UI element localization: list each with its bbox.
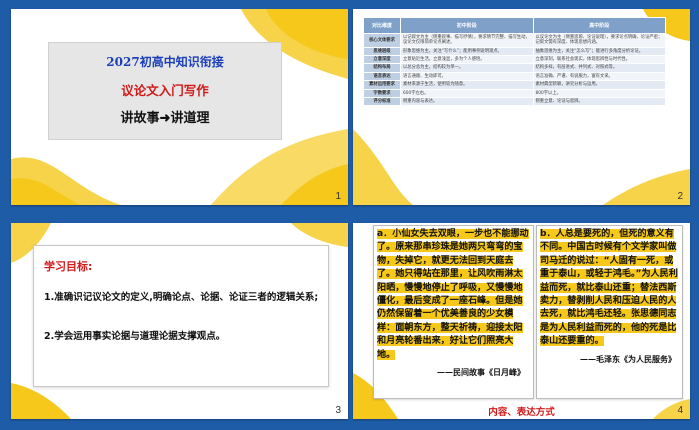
table-cell: 侧重内容与表达。	[400, 96, 534, 107]
passage-a-panel: a．小仙女失去双眼，一步也不能挪动了。原来那串珍珠是她两只弯弯的宝物，失掉它，就…	[373, 225, 534, 399]
slide-thumbnail-3[interactable]: 学习目标: 1.准确识记议论文的定义,明确论点、论据、论证三者的逻辑关系; 2.…	[11, 223, 348, 419]
slide-thumbnail-2[interactable]: 对比维度 初中阶段 高中阶段 核心文体要求 以记叙文为主（侧重叙事、描写抒情），…	[353, 9, 690, 205]
comparison-table: 对比维度 初中阶段 高中阶段 核心文体要求 以记叙文为主（侧重叙事、描写抒情），…	[363, 17, 666, 107]
slide-sorter-view: { "slide1": { "number": "1", "line1": "2…	[0, 0, 699, 430]
table-cell: 素材典型新颖，讲究分析与运用。	[532, 80, 666, 90]
row-label: 立意深度	[363, 55, 401, 65]
slide-thumbnail-1[interactable]: 2027初高中知识衔接 议论文入门写作 讲故事➜讲道理 1	[11, 9, 348, 205]
table-cell: 结构多样，有层进式、并列式、对照式等。	[532, 63, 666, 73]
row-label: 核心文体要求	[363, 33, 401, 48]
passage-a-text: a．小仙女失去双眼，一步也不能挪动了。原来那串珍珠是她两只弯弯的宝物，失掉它，就…	[374, 226, 533, 364]
table-row: 核心文体要求 以记叙文为主（侧重叙事、描写抒情），要求情节完整、描写生动，议论文…	[363, 33, 666, 48]
slide-thumbnail-4[interactable]: a．小仙女失去双眼，一步也不能挪动了。原来那串珍珠是她两只弯弯的宝物，失掉它，就…	[353, 223, 690, 419]
table-cell: 侧重立意、论证与思辨。	[532, 96, 666, 107]
table-cell: 立意贴近生活，立意浅显，多为个人感悟。	[400, 55, 534, 65]
lesson-subtitle: 讲故事➜讲道理	[120, 111, 210, 126]
table-row: 评分标准 侧重内容与表达。 侧重立意、论证与思辨。	[363, 96, 666, 107]
row-label: 结构布局	[363, 63, 401, 73]
table-header: 对比维度	[363, 17, 401, 34]
table-cell: 600字左右。	[400, 88, 534, 98]
title-card: 2027初高中知识衔接 议论文入门写作 讲故事➜讲道理	[49, 43, 281, 139]
table-header: 高中阶段	[532, 17, 666, 34]
objective-item: 1.准确识记议论文的定义,明确论点、论据、论证三者的逻辑关系;	[44, 292, 319, 303]
table-cell: 语言通顺、生动即可。	[400, 71, 534, 82]
row-label: 语言表达	[363, 71, 401, 82]
row-label: 字数要求	[363, 88, 401, 98]
table-cell: 立意深刻，联系社会现实，体现思辨性与时代性。	[532, 55, 666, 65]
lesson-title: 议论文入门写作	[121, 83, 209, 98]
passage-b-content: b．人总是要死的，但死的意义有不同。中国古时候有个文学家叫做司马迁的说过：“人固…	[540, 229, 678, 347]
table-row: 思维层级 形象思维为主，关注“写什么”；能用事例说明观点。 抽象思维为主，关注“…	[363, 46, 666, 57]
passage-b-text: b．人总是要死的，但死的意义有不同。中国古时候有个文学家叫做司马迁的说过：“人固…	[537, 226, 682, 351]
passage-a-content: a．小仙女失去双眼，一步也不能挪动了。原来那串珍珠是她两只弯弯的宝物，失掉它，就…	[377, 229, 529, 360]
passage-a-citation: ——民间故事《日月峰》	[437, 367, 525, 378]
table-row: 立意深度 立意贴近生活，立意浅显，多为个人感悟。 立意深刻，联系社会现实，体现思…	[363, 55, 666, 65]
row-label: 素材运用要求	[363, 80, 401, 90]
objectives-title: 学习目标:	[44, 260, 93, 273]
slide-number: 2	[677, 191, 683, 202]
slide-number: 1	[335, 191, 341, 202]
table-row: 素材运用要求 素材来源于生活，使用较为随意。 素材典型新颖，讲究分析与运用。	[363, 80, 666, 90]
table-cell: 以记叙文为主（侧重叙事、描写抒情），要求情节完整、描写生动，议论文仅限简单论点阐…	[400, 33, 534, 48]
table-row: 语言表达 语言通顺、生动即可。 语言准确、严谨、有说服力，富有文采。	[363, 71, 666, 82]
table-cell: 以议论文为主（侧重思辨、论证说理），要求论点明确、论证严密；记叙文需有深度、体现…	[532, 33, 666, 48]
objectives-box: 学习目标: 1.准确识记议论文的定义,明确论点、论据、论证三者的逻辑关系; 2.…	[33, 245, 329, 387]
slide-footer-caption: 内容、表达方式	[488, 407, 555, 418]
objective-item: 2.学会运用事实论据与道理论据支撑观点。	[44, 331, 226, 342]
table-cell: 抽象思维为主，关注“怎么写”；能进行多角度分析论证。	[532, 46, 666, 57]
slide-number: 4	[677, 405, 683, 416]
table-header: 初中阶段	[400, 17, 534, 34]
table-cell: 素材来源于生活，使用较为随意。	[400, 80, 534, 90]
table-cell: 语言准确、严谨、有说服力，富有文采。	[532, 71, 666, 82]
row-label: 评分标准	[363, 96, 401, 107]
passage-b-citation: ——毛泽东《为人民服务》	[580, 353, 676, 364]
row-label: 思维层级	[363, 46, 401, 57]
course-title: 2027初高中知识衔接	[106, 55, 224, 69]
passage-b-panel: b．人总是要死的，但死的意义有不同。中国古时候有个文学家叫做司马迁的说过：“人固…	[536, 225, 683, 399]
table-row: 字数要求 600字左右。 800字以上。	[363, 88, 666, 98]
table-row: 结构布局 以总分总为主，结构较为单一。 结构多样，有层进式、并列式、对照式等。	[363, 63, 666, 73]
table-cell: 以总分总为主，结构较为单一。	[400, 63, 534, 73]
table-cell: 形象思维为主，关注“写什么”；能用事例说明观点。	[400, 46, 534, 57]
table-cell: 800字以上。	[532, 88, 666, 98]
slide-number: 3	[335, 405, 341, 416]
